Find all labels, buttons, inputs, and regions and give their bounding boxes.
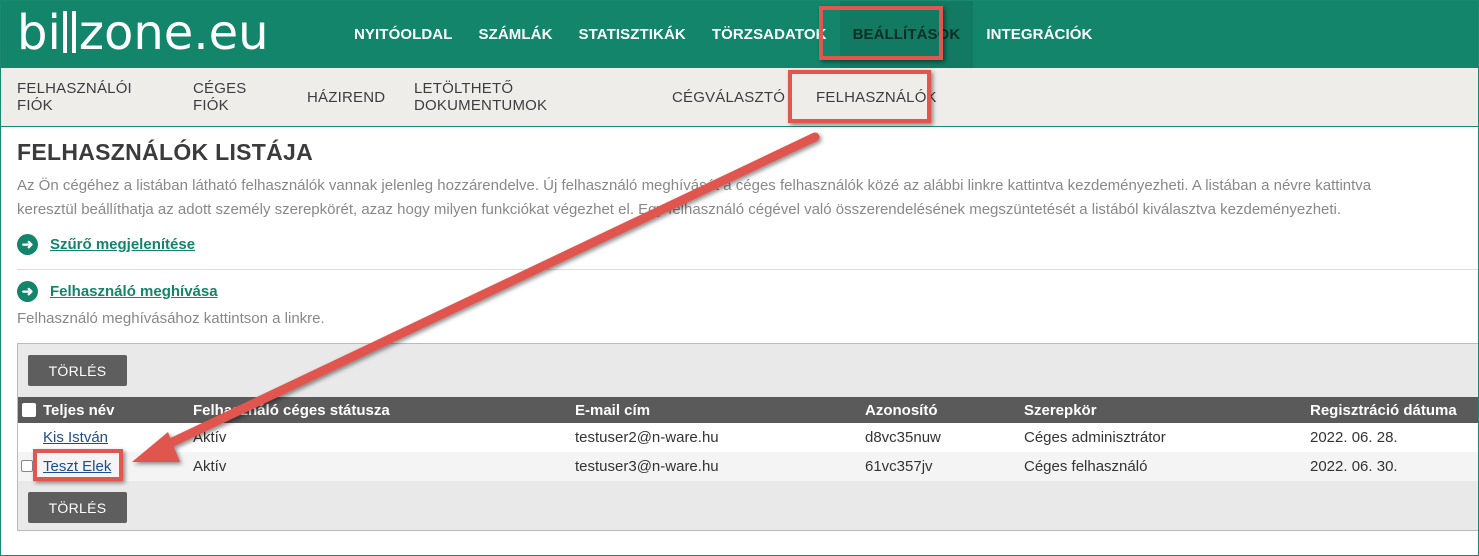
date-cell: 2022. 06. 28.	[1310, 429, 1398, 446]
highlight-box-felhasznalok	[788, 70, 931, 123]
logo-bars	[61, 3, 79, 63]
invite-hint: Felhasználó meghívásához kattintson a li…	[17, 310, 325, 327]
table-row: Kis István Aktív testuser2@n-ware.hu d8v…	[18, 423, 1478, 452]
nav-integraciok[interactable]: INTEGRÁCIÓK	[973, 1, 1105, 68]
arrow-right-icon: ➜	[17, 281, 38, 302]
page-title: FELHASZNÁLÓK LISTÁJA	[17, 139, 314, 165]
invite-link[interactable]: Felhasználó meghívása	[50, 283, 218, 300]
col-teljes-nev[interactable]: Teljes név	[43, 397, 114, 423]
id-cell: 61vc357jv	[865, 458, 933, 475]
role-cell: Céges felhasználó	[1024, 458, 1148, 475]
tab-hazirend[interactable]: HÁZIREND	[275, 68, 385, 126]
top-bar: bi zone.eu NYITÓOLDAL SZÁMLÁK STATISZTIKÁ…	[1, 1, 1478, 68]
highlight-box-beallitasok	[819, 6, 943, 60]
logo[interactable]: bi zone.eu	[17, 3, 269, 63]
status-cell: Aktív	[193, 429, 227, 446]
sub-nav-bar: FELHASZNÁLÓI FIÓK CÉGES FIÓK HÁZIREND LE…	[1, 68, 1478, 127]
nav-statisztikak[interactable]: STATISZTIKÁK	[566, 1, 699, 68]
tab-ceges-fiok[interactable]: CÉGES FIÓK	[160, 68, 275, 126]
tab-letoltheto-dokumentumok[interactable]: LETÖLTHETŐ DOKUMENTUMOK	[381, 68, 637, 126]
delete-button-bottom[interactable]: TÖRLÉS	[28, 492, 127, 523]
tab-cegvalaszto[interactable]: CÉGVÁLASZTÓ	[637, 68, 786, 126]
row-checkbox[interactable]	[21, 460, 33, 472]
nav-szamlak[interactable]: SZÁMLÁK	[466, 1, 566, 68]
app-frame: bi zone.eu NYITÓOLDAL SZÁMLÁK STATISZTIKÁ…	[0, 0, 1479, 556]
user-name-link[interactable]: Kis István	[43, 429, 108, 446]
filter-link[interactable]: Szűrő megjelenítése	[50, 236, 195, 253]
delete-button-top[interactable]: TÖRLÉS	[28, 355, 127, 386]
select-all-checkbox[interactable]	[22, 403, 36, 417]
page-description: Az Ön cégéhez a listában látható felhasz…	[17, 174, 1478, 222]
nav-nyitooldal[interactable]: NYITÓOLDAL	[341, 1, 466, 68]
col-statusz[interactable]: Felhasználó céges státusza	[193, 397, 390, 423]
status-cell: Aktív	[193, 458, 227, 475]
users-table-panel: TÖRLÉS Teljes név Felhasználó céges stát…	[17, 343, 1478, 531]
divider	[17, 269, 1478, 270]
col-email[interactable]: E-mail cím	[575, 397, 650, 423]
email-cell: testuser3@n-ware.hu	[575, 458, 719, 475]
highlight-box-teszt-elek	[33, 449, 123, 481]
date-cell: 2022. 06. 30.	[1310, 458, 1398, 475]
tab-felhasznaloi-fiok[interactable]: FELHASZNÁLÓI FIÓK	[1, 68, 160, 126]
invite-user[interactable]: ➜ Felhasználó meghívása	[17, 281, 218, 302]
filter-toggle[interactable]: ➜ Szűrő megjelenítése	[17, 234, 195, 255]
table-row: Teszt Elek Aktív testuser3@n-ware.hu 61v…	[18, 452, 1478, 481]
table-header: Teljes név Felhasználó céges státusza E-…	[18, 397, 1478, 423]
col-regisztracio[interactable]: Regisztráció dátuma	[1310, 397, 1457, 423]
main-nav: NYITÓOLDAL SZÁMLÁK STATISZTIKÁK TÖRZSADA…	[341, 1, 1105, 68]
role-cell: Céges adminisztrátor	[1024, 429, 1166, 446]
id-cell: d8vc35nuw	[865, 429, 941, 446]
email-cell: testuser2@n-ware.hu	[575, 429, 719, 446]
col-azonosito[interactable]: Azonosító	[865, 397, 938, 423]
arrow-right-icon: ➜	[17, 234, 38, 255]
description-line-1: Az Ön cégéhez a listában látható felhasz…	[17, 177, 1372, 194]
description-line-2: keresztül beállíthatja az adott személy …	[17, 201, 1342, 218]
col-szerepkor[interactable]: Szerepkör	[1024, 397, 1097, 423]
